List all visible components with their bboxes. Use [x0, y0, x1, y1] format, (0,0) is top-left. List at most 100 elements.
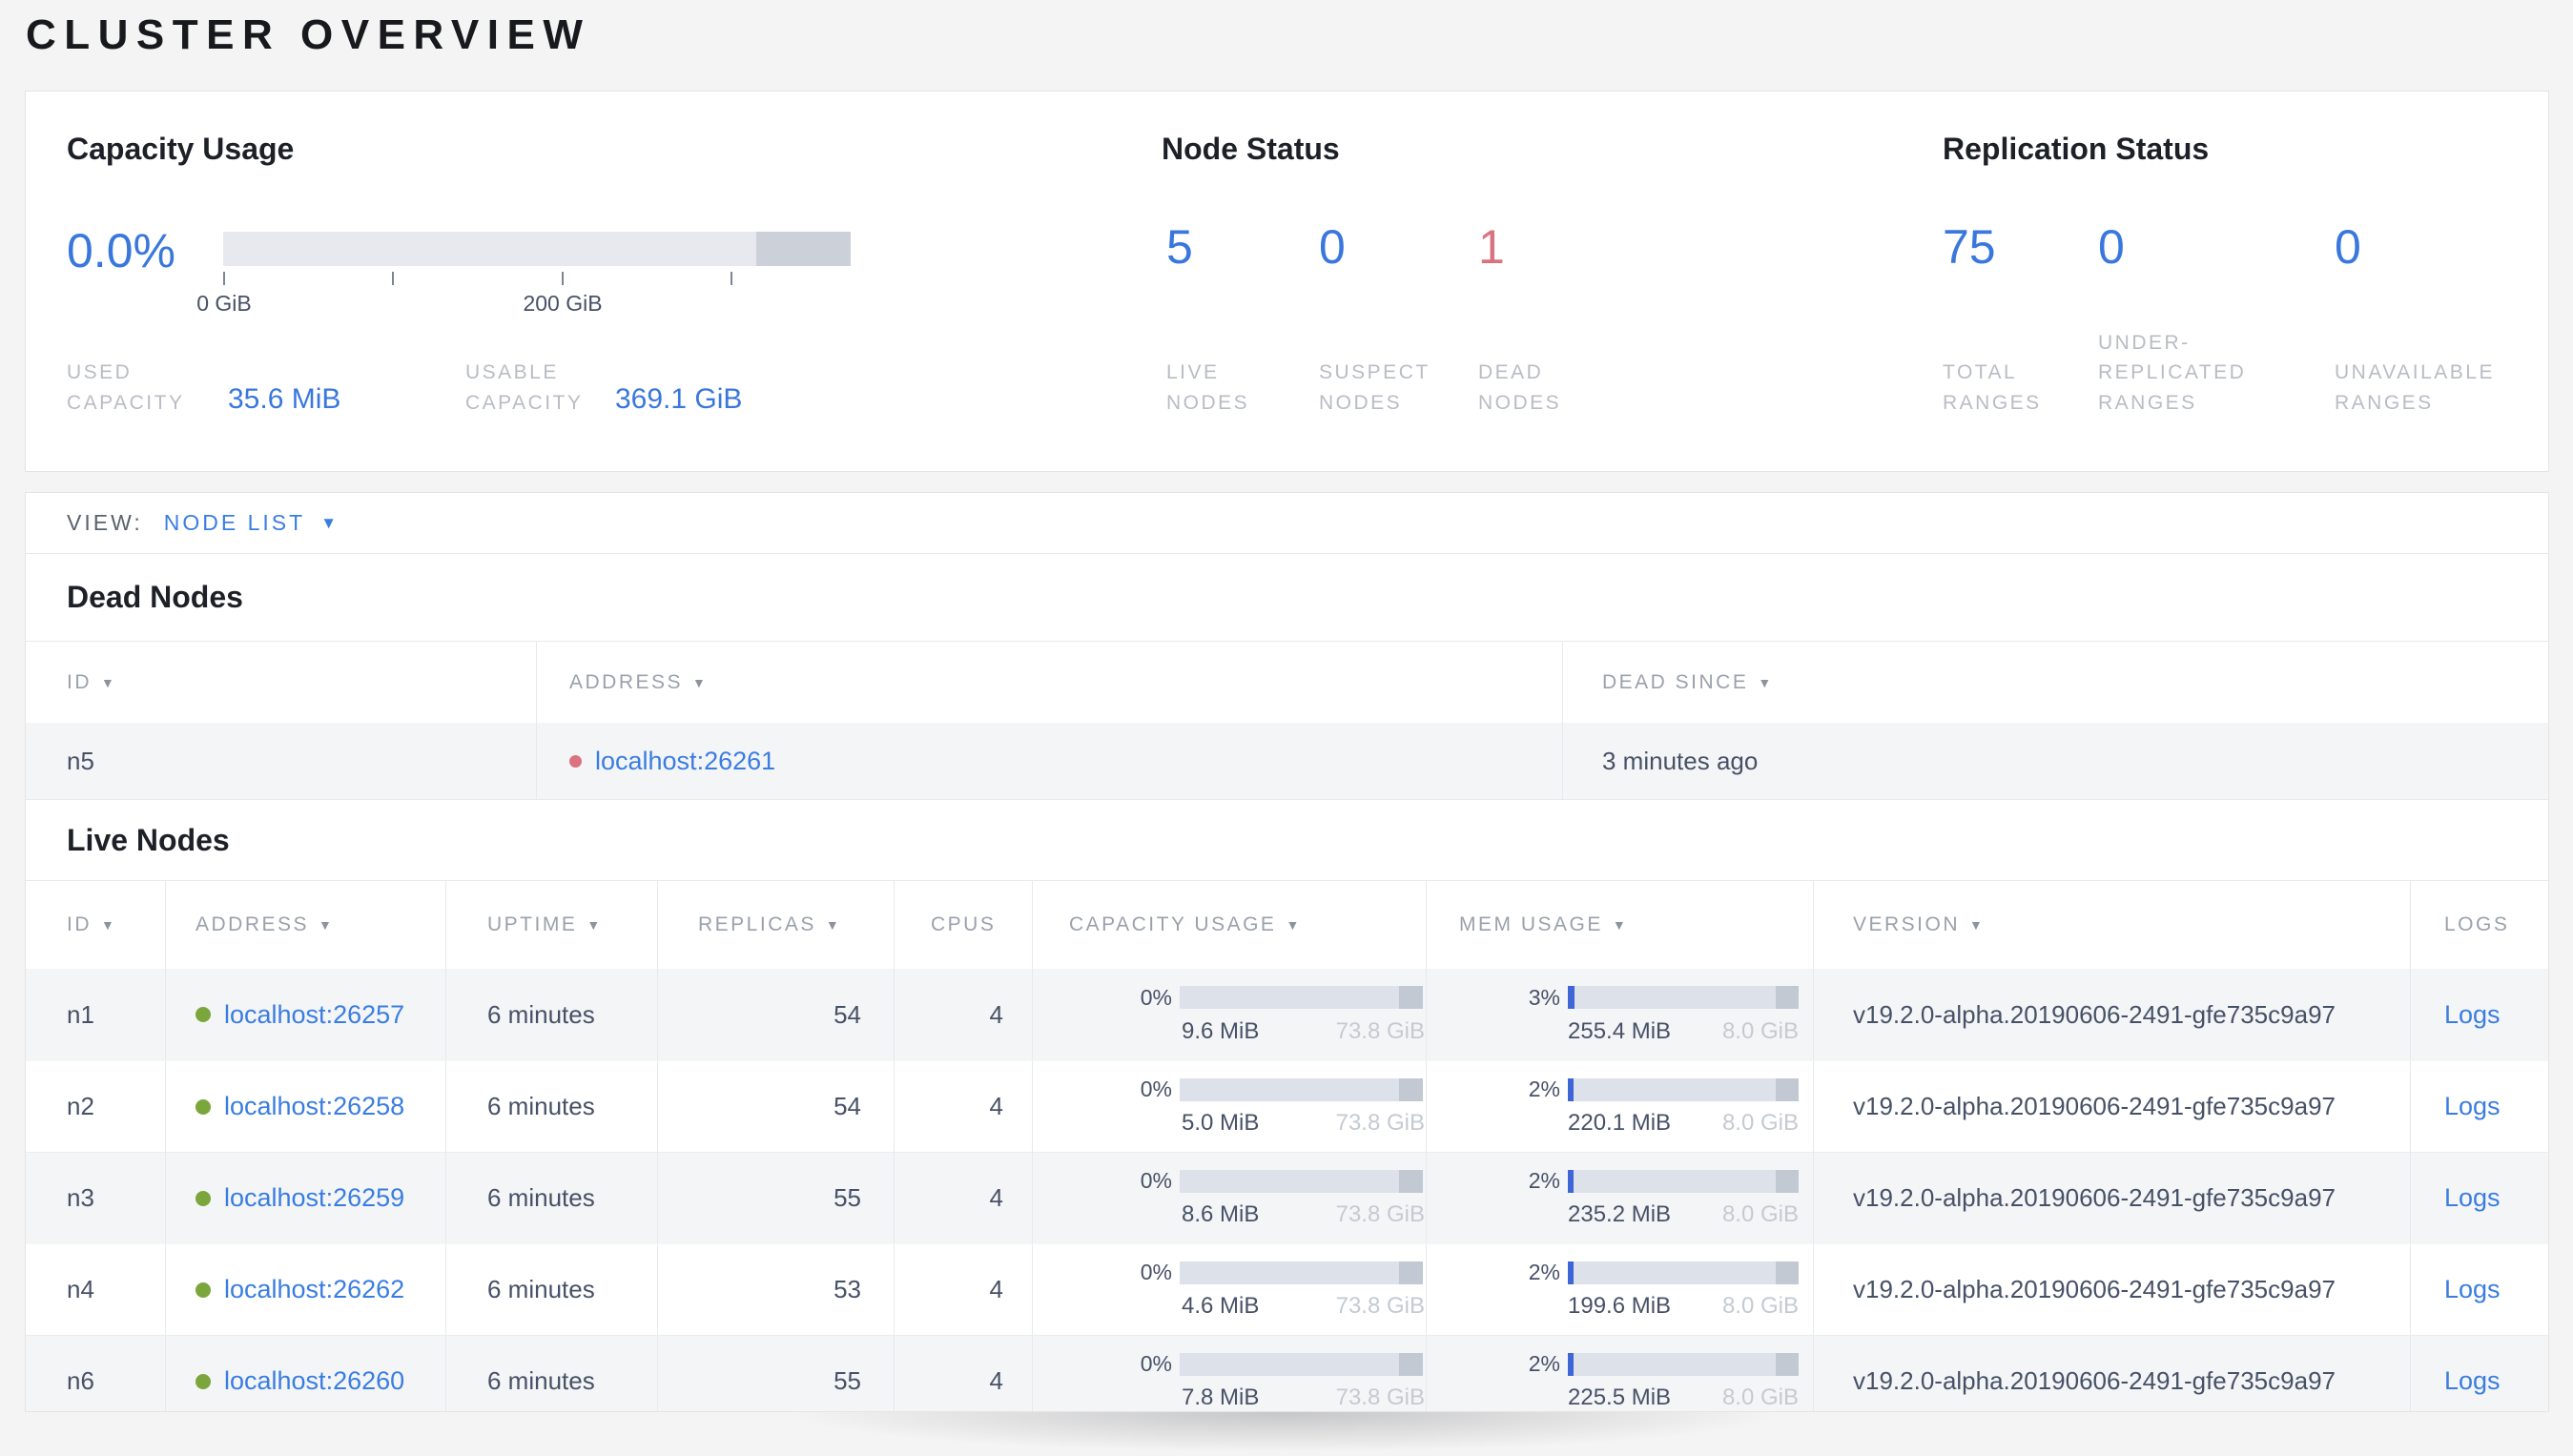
capacity-mini-other-segment: [1398, 1352, 1423, 1376]
unavailable-ranges-stat: 0 UNAVAILABLE RANGES: [2335, 223, 2544, 418]
dead-node-address-cell: localhost:26261: [536, 723, 1562, 799]
dead-nodes-table-header: ID ▼ ADDRESS ▼ DEAD SINCE ▼: [26, 641, 2548, 723]
node-logs-cell: Logs: [2410, 1061, 2548, 1152]
node-logs-link[interactable]: Logs: [2444, 1092, 2501, 1121]
node-address-link[interactable]: localhost:26258: [224, 1092, 404, 1121]
node-version: v19.2.0-alpha.20190606-2491-gfe735c9a97: [1813, 1061, 2410, 1152]
mem-mini-bar: [1568, 986, 1799, 1009]
dead-header-address[interactable]: ADDRESS ▼: [536, 642, 1562, 723]
capacity-bar-other-segment: [756, 232, 851, 266]
live-status-dot-icon: [196, 1098, 211, 1115]
node-address-link[interactable]: localhost:26259: [224, 1183, 404, 1213]
node-uptime: 6 minutes: [445, 1244, 657, 1335]
sort-desc-icon: ▼: [1758, 674, 1774, 690]
capacity-used-value: 9.6 MiB: [1182, 1017, 1260, 1044]
mem-total-value: 8.0 GiB: [1721, 1384, 1799, 1410]
node-address-link[interactable]: localhost:26257: [224, 1000, 404, 1030]
capacity-mini-bar: [1180, 1077, 1423, 1101]
mem-used-value: 225.5 MiB: [1568, 1384, 1672, 1410]
live-header-capacity-usage[interactable]: CAPACITY USAGE ▼: [1032, 881, 1426, 969]
mem-percent: 2%: [1528, 1260, 1560, 1284]
capacity-bar-track: [223, 232, 851, 266]
mem-total-value: 8.0 GiB: [1721, 1201, 1799, 1227]
live-header-mem-usage[interactable]: MEM USAGE ▼: [1426, 881, 1813, 969]
sort-desc-icon: ▼: [1612, 917, 1629, 933]
live-nodes-table-body: n1 localhost:26257 6 minutes 54 4 0% 9.6…: [26, 969, 2548, 1411]
view-selector-dropdown[interactable]: NODE LIST ▼: [164, 510, 340, 536]
node-address-cell: localhost:26259: [165, 1153, 445, 1243]
capacity-usage-panel: Capacity Usage 0.0% 0 GiB 200 GiB USED CA…: [67, 132, 1106, 418]
node-list-card: VIEW: NODE LIST ▼ Dead Nodes ID ▼ ADDRES…: [25, 492, 2549, 1412]
dead-nodes-stat: 1 DEAD NODES: [1478, 223, 1631, 418]
live-nodes-count: 5: [1166, 220, 1193, 274]
node-logs-link[interactable]: Logs: [2444, 1275, 2501, 1304]
view-bar: VIEW: NODE LIST ▼: [26, 493, 2548, 554]
total-ranges-count: 75: [1943, 220, 1996, 274]
mem-mini-other-segment: [1775, 986, 1799, 1009]
live-nodes-label: LIVE NODES: [1166, 361, 1250, 414]
node-cpus: 4: [894, 1244, 1032, 1335]
node-mem-cell: 2% 235.2 MiB 8.0 GiB: [1426, 1153, 1813, 1243]
axis-tick-label-0: 0 GiB: [196, 291, 252, 316]
live-nodes-table-header: ID ▼ ADDRESS ▼ UPTIME ▼ REPLICAS ▼ CPUS …: [26, 880, 2548, 969]
live-nodes-stat: 5 LIVE NODES: [1166, 223, 1309, 418]
under-replicated-ranges-stat: 0 UNDER- REPLICATED RANGES: [2098, 223, 2322, 418]
mem-total-value: 8.0 GiB: [1721, 1110, 1799, 1136]
live-header-address[interactable]: ADDRESS ▼: [165, 881, 445, 969]
node-capacity-cell: 0% 9.6 MiB 73.8 GiB: [1032, 969, 1426, 1060]
used-capacity-label: USED CAPACITY: [67, 361, 185, 414]
under-replicated-label: UNDER- REPLICATED RANGES: [2098, 331, 2247, 414]
dead-node-address-link[interactable]: localhost:26261: [595, 747, 775, 776]
dead-status-dot-icon: [569, 754, 582, 768]
live-header-id[interactable]: ID ▼: [26, 881, 165, 969]
capacity-usage-title: Capacity Usage: [67, 132, 295, 166]
mem-total-value: 8.0 GiB: [1721, 1017, 1799, 1044]
node-id: n1: [67, 999, 94, 1029]
sort-desc-icon: ▼: [319, 917, 335, 933]
node-logs-link[interactable]: Logs: [2444, 1183, 2501, 1213]
dead-header-id[interactable]: ID ▼: [26, 642, 536, 723]
live-header-replicas[interactable]: REPLICAS ▼: [657, 881, 894, 969]
node-logs-link[interactable]: Logs: [2444, 1000, 2501, 1030]
live-header-version[interactable]: VERSION ▼: [1813, 881, 2410, 969]
capacity-mini-other-segment: [1398, 986, 1423, 1009]
cluster-summary-card: Capacity Usage 0.0% 0 GiB 200 GiB USED CA…: [25, 91, 2549, 472]
live-header-uptime[interactable]: UPTIME ▼: [445, 881, 657, 969]
live-status-dot-icon: [196, 1007, 211, 1022]
capacity-percent: 0%: [1140, 1168, 1172, 1193]
node-mem-cell: 3% 255.4 MiB 8.0 GiB: [1426, 969, 1813, 1060]
node-address-cell: localhost:26262: [165, 1244, 445, 1335]
mem-mini-fill: [1568, 986, 1575, 1009]
capacity-percent: 0%: [1140, 984, 1172, 1010]
node-address-link[interactable]: localhost:26260: [224, 1366, 404, 1396]
node-address-link[interactable]: localhost:26262: [224, 1275, 404, 1304]
under-replicated-count: 0: [2098, 220, 2125, 274]
sort-desc-icon: ▼: [587, 917, 603, 933]
mem-percent: 2%: [1528, 1168, 1560, 1193]
node-logs-cell: Logs: [2410, 1336, 2548, 1411]
dead-nodes-label: DEAD NODES: [1478, 361, 1562, 414]
node-mem-cell: 2% 199.6 MiB 8.0 GiB: [1426, 1244, 1813, 1335]
capacity-used-value: 5.0 MiB: [1182, 1110, 1260, 1136]
node-address-cell: localhost:26257: [165, 969, 445, 1060]
node-cpus: 4: [894, 1061, 1032, 1152]
node-version: v19.2.0-alpha.20190606-2491-gfe735c9a97: [1813, 969, 2410, 1060]
live-node-row: n2 localhost:26258 6 minutes 54 4 0% 5.0…: [26, 1060, 2548, 1152]
capacity-percent: 0%: [1140, 1077, 1172, 1101]
live-header-logs: LOGS: [2410, 881, 2548, 969]
node-replicas: 55: [657, 1153, 894, 1243]
live-node-row: n4 localhost:26262 6 minutes 53 4 0% 4.6…: [26, 1243, 2548, 1335]
chevron-down-icon: ▼: [320, 513, 340, 532]
sort-desc-icon: ▼: [1286, 917, 1302, 933]
capacity-total-value: 73.8 GiB: [1335, 1201, 1425, 1227]
capacity-used-value: 7.8 MiB: [1182, 1384, 1260, 1410]
dead-node-row: n5 localhost:26261 3 minutes ago: [26, 723, 2548, 800]
live-node-row: n6 localhost:26260 6 minutes 55 4 0% 7.8…: [26, 1335, 2548, 1411]
sort-desc-icon: ▼: [101, 917, 117, 933]
node-logs-link[interactable]: Logs: [2444, 1366, 2501, 1396]
node-uptime: 6 minutes: [445, 1336, 657, 1411]
mem-mini-fill: [1568, 1261, 1575, 1284]
dead-header-dead-since[interactable]: DEAD SINCE ▼: [1562, 642, 2548, 723]
node-replicas: 53: [657, 1244, 894, 1335]
node-version: v19.2.0-alpha.20190606-2491-gfe735c9a97: [1813, 1153, 2410, 1243]
